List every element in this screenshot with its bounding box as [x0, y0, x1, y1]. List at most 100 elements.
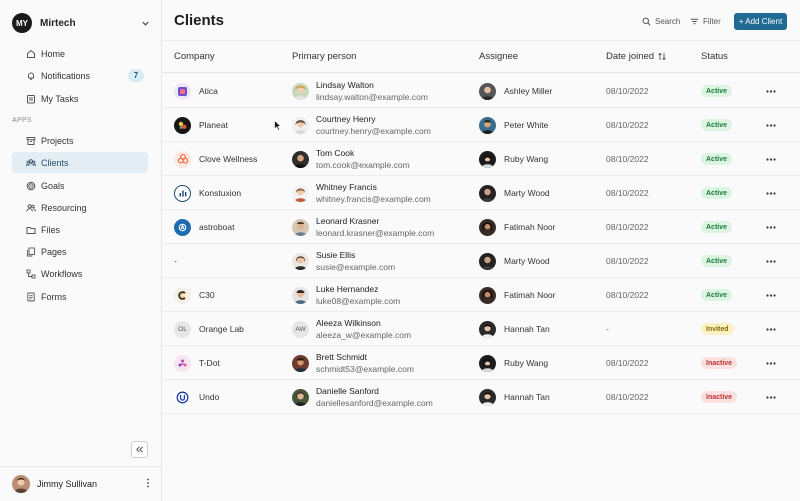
company-cell: Undo: [174, 380, 219, 414]
assignee-name: Fatimah Noor: [504, 290, 556, 300]
assignee-cell: Fatimah Noor: [479, 210, 556, 244]
nav-item-label: Resourcing: [41, 202, 87, 213]
nav-item-clients[interactable]: Clients: [12, 152, 148, 173]
table-row[interactable]: - Susie Ellis susie@example.com Marty Woo…: [162, 244, 800, 278]
column-header-date-joined[interactable]: Date joined: [606, 51, 666, 62]
table-row[interactable]: Undo Danielle Sanford daniellesanford@exa…: [162, 380, 800, 414]
avatar: [479, 388, 496, 406]
pages-icon: [26, 247, 36, 257]
table-row[interactable]: Clove Wellness Tom Cook tom.cook@example.…: [162, 142, 800, 176]
row-more-button[interactable]: [766, 278, 776, 312]
person-email: tom.cook@example.com: [316, 160, 410, 170]
nav-item-forms[interactable]: Forms: [12, 286, 148, 307]
nav-item-files[interactable]: Files: [12, 219, 148, 240]
column-header-company[interactable]: Company: [174, 51, 215, 62]
users-icon: [26, 158, 36, 168]
nav-item-home[interactable]: Home: [12, 43, 148, 64]
date-joined: 08/10/2022: [606, 86, 649, 96]
page-title: Clients: [174, 12, 225, 29]
table-row[interactable]: astroboat Leonard Krasner leonard.krasner…: [162, 210, 800, 244]
row-more-button[interactable]: [766, 244, 776, 278]
status-badge: Active: [701, 187, 733, 199]
nav-item-pages[interactable]: Pages: [12, 241, 148, 262]
primary-person-cell: Courtney Henry courtney.henry@example.com: [292, 108, 431, 142]
kebab-menu-icon[interactable]: [146, 475, 150, 493]
more-horizontal-icon: [766, 123, 776, 127]
nav-item-my-tasks[interactable]: My Tasks: [12, 88, 148, 109]
row-more-button[interactable]: [766, 210, 776, 244]
assignee-name: Ruby Wang: [504, 358, 549, 368]
table-row[interactable]: Planeat Courtney Henry courtney.henry@exa…: [162, 108, 800, 142]
assignee-cell: Ruby Wang: [479, 346, 548, 380]
company-name: astroboat: [199, 222, 235, 232]
nav-item-label: Goals: [41, 180, 65, 191]
person-email: lindsay.walton@example.com: [316, 92, 428, 102]
folder-icon: [26, 225, 36, 235]
add-client-button[interactable]: + Add Client: [734, 13, 787, 30]
primary-person-cell: Luke Hernandez luke08@example.com: [292, 278, 400, 312]
nav-item-label: Projects: [41, 135, 74, 146]
table-row[interactable]: C30 Luke Hernandez luke08@example.com Fat…: [162, 278, 800, 312]
table-row[interactable]: Atica Lindsay Walton lindsay.walton@examp…: [162, 74, 800, 108]
row-more-button[interactable]: [766, 108, 776, 142]
filter-icon: [690, 17, 699, 26]
row-more-button[interactable]: [766, 312, 776, 346]
status-badge: Active: [701, 85, 733, 97]
nav-item-label: Pages: [41, 246, 67, 257]
assignee-name: Marty Wood: [504, 256, 550, 266]
company-name: Planeat: [199, 120, 228, 130]
row-more-button[interactable]: [766, 142, 776, 176]
workspace-switcher[interactable]: MY Mirtech: [12, 12, 150, 34]
person-email: aleeza_w@example.com: [316, 330, 412, 340]
primary-person-cell: Leonard Krasner leonard.krasner@example.c…: [292, 210, 434, 244]
nav-item-goals[interactable]: Goals: [12, 175, 148, 196]
collapse-sidebar-button[interactable]: [131, 441, 148, 458]
status-badge: Active: [701, 153, 733, 165]
table-row[interactable]: OL Orange Lab AW Aleeza Wilkinson aleeza_…: [162, 312, 800, 346]
column-header-primary-person[interactable]: Primary person: [292, 51, 356, 62]
double-chevron-left-icon: [136, 446, 143, 453]
date-joined: -: [606, 324, 609, 334]
assignee-cell: Ruby Wang: [479, 142, 548, 176]
status-badge: Active: [701, 255, 733, 267]
assignee-cell: Peter White: [479, 108, 548, 142]
company-logo: [174, 218, 191, 236]
avatar: [479, 82, 496, 100]
nav-item-notifications[interactable]: Notifications 7: [12, 65, 148, 86]
row-more-button[interactable]: [766, 176, 776, 210]
date-joined: 08/10/2022: [606, 256, 649, 266]
company-name: Clove Wellness: [199, 154, 258, 164]
row-more-button[interactable]: [766, 346, 776, 380]
avatar: [292, 82, 309, 100]
row-more-button[interactable]: [766, 380, 776, 414]
search-button[interactable]: Search: [642, 14, 680, 29]
date-joined: 08/10/2022: [606, 358, 649, 368]
avatar: [479, 184, 496, 202]
column-header-status[interactable]: Status: [701, 51, 728, 62]
avatar: [479, 286, 496, 304]
table-row[interactable]: T-Dot Brett Schmidt schmidt53@example.com…: [162, 346, 800, 380]
filter-button[interactable]: Filter: [690, 14, 721, 29]
person-email: schmidt53@example.com: [316, 364, 414, 374]
status-badge: Inactive: [701, 357, 738, 369]
company-logo: [174, 354, 191, 372]
company-logo: [174, 82, 191, 100]
user-menu[interactable]: Jimmy Sullivan: [12, 474, 150, 494]
person-name: Susie Ellis: [316, 250, 356, 260]
sidebar: MY Mirtech Home Notifications 7 My Tasks…: [0, 0, 162, 501]
table-row[interactable]: Konstuxion Whitney Francis whitney.franci…: [162, 176, 800, 210]
assignee-cell: Marty Wood: [479, 176, 550, 210]
row-more-button[interactable]: [766, 74, 776, 108]
column-header-assignee[interactable]: Assignee: [479, 51, 518, 62]
assignee-name: Ashley Miller: [504, 86, 553, 96]
user-group-icon: [26, 203, 36, 213]
nav-item-projects[interactable]: Projects: [12, 130, 148, 151]
company-cell: Konstuxion: [174, 176, 241, 210]
company-cell: C30: [174, 278, 215, 312]
avatar: [479, 354, 496, 372]
nav-item-label: Clients: [41, 157, 69, 168]
nav-item-workflows[interactable]: Workflows: [12, 263, 148, 284]
nav-item-resourcing[interactable]: Resourcing: [12, 197, 148, 218]
person-name: Courtney Henry: [316, 114, 376, 124]
avatar: [479, 218, 496, 236]
